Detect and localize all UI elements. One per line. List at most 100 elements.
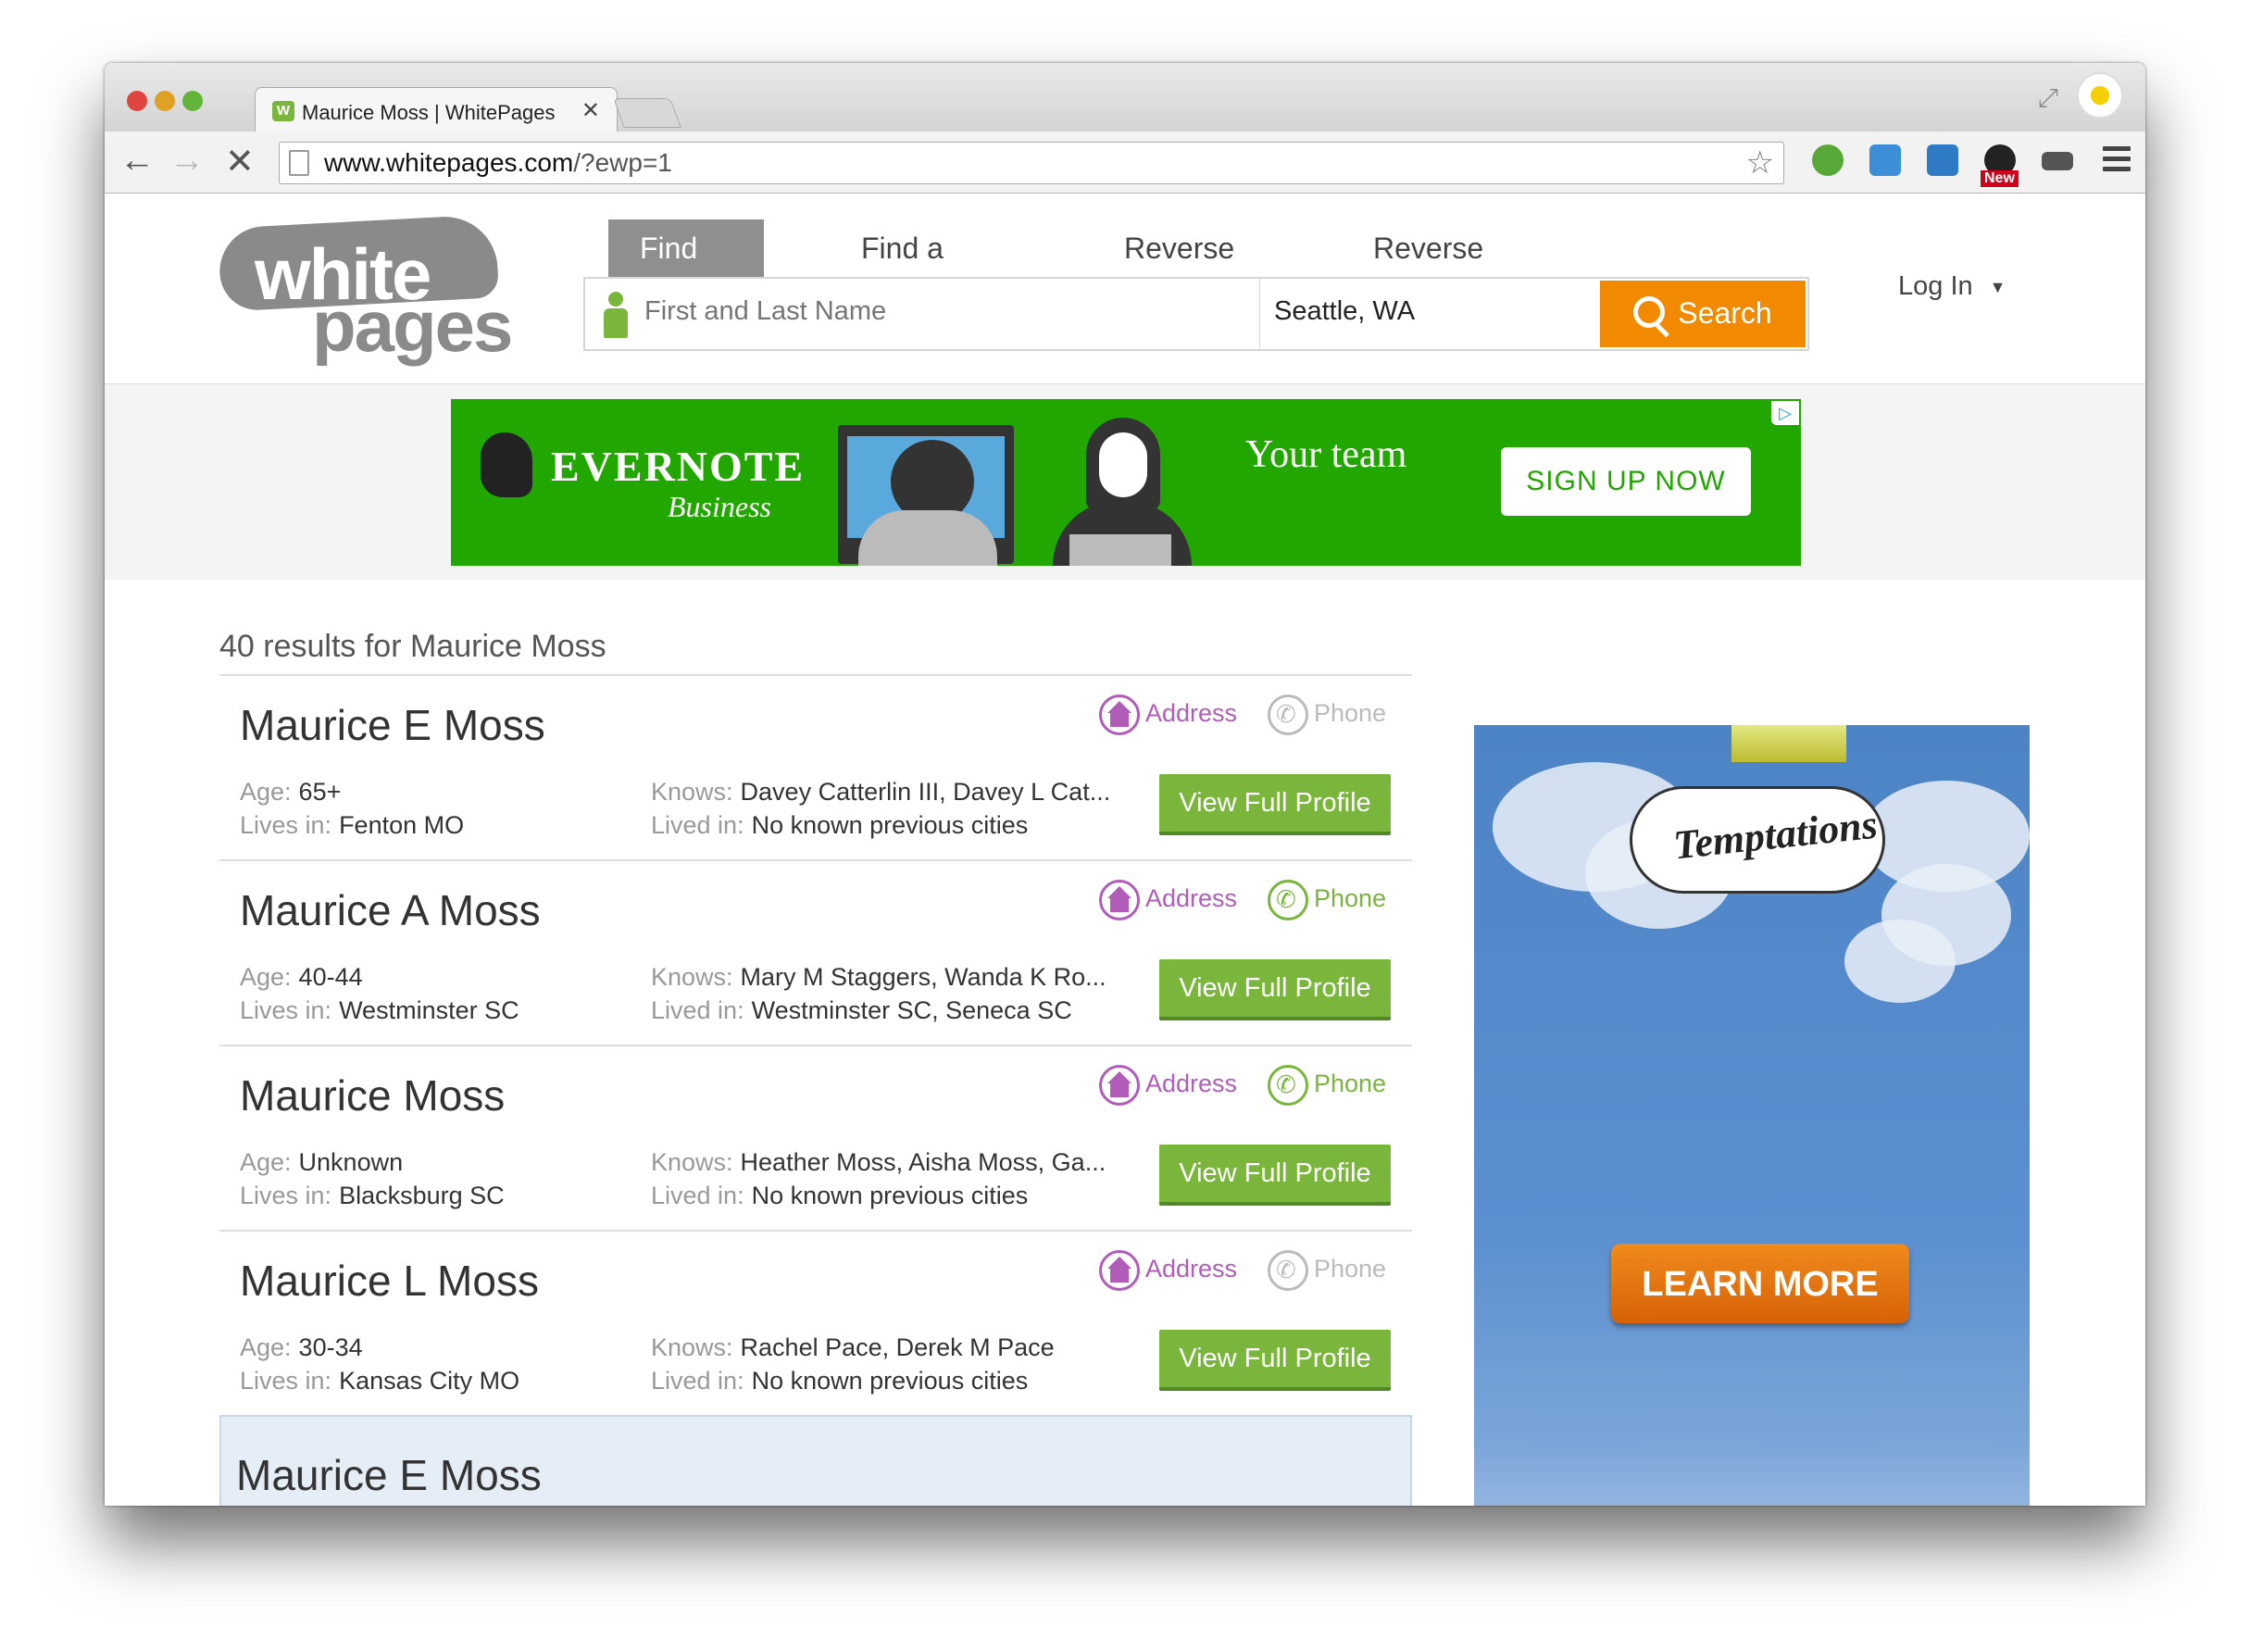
ad-tagline: Your team xyxy=(1245,433,1407,476)
result-card: Maurice L Moss Address Phone Age:30-34 L… xyxy=(219,1230,1412,1415)
result-name[interactable]: Maurice L Moss xyxy=(240,1256,539,1306)
result-card-highlighted[interactable]: Maurice E Moss xyxy=(219,1415,1412,1506)
age-field: Age: Unknown xyxy=(240,1148,404,1176)
webpage: white pages Find People Find a Business … xyxy=(105,194,2145,1506)
age-field: Age: 30-34 xyxy=(240,1333,363,1361)
sign-up-button[interactable]: SIGN UP NOW xyxy=(1501,447,1751,516)
knows-field: Knows: Rachel Pace, Derek M Pace xyxy=(651,1333,1055,1361)
temptations-side-ad[interactable]: Temptations LEARN MORE xyxy=(1474,725,2030,1506)
house-icon xyxy=(1099,695,1140,735)
learn-more-button[interactable]: LEARN MORE xyxy=(1611,1244,1909,1323)
address-bar[interactable]: www.whitepages.com/?ewp=1 ☆ xyxy=(279,142,1784,184)
age-field: Age: 40-44 xyxy=(240,963,363,991)
close-tab-icon[interactable]: ✕ xyxy=(581,97,600,124)
location-input[interactable] xyxy=(1272,295,1581,328)
ad-brand: EVERNOTE xyxy=(551,443,806,490)
result-card: Maurice E Moss Address Phone Age:65+ Liv… xyxy=(219,674,1412,859)
temptations-logo: Temptations xyxy=(1630,786,1885,894)
result-name[interactable]: Maurice Moss xyxy=(240,1070,505,1120)
elephant-logo-icon xyxy=(481,432,532,497)
phone-link[interactable]: Phone xyxy=(1268,880,1386,920)
results-list: Maurice E Moss Address Phone Age:65+ Liv… xyxy=(219,674,1412,1506)
result-card: Maurice Moss Address Phone Age:Unknown L… xyxy=(219,1045,1412,1230)
bookmark-star-icon[interactable]: ☆ xyxy=(1746,144,1774,181)
login-menu[interactable]: Log In ▼ xyxy=(1898,271,2006,302)
phone-icon xyxy=(1268,880,1308,920)
sync-icon[interactable] xyxy=(1812,144,1844,176)
evernote-banner-ad[interactable]: EVERNOTE Business Your team SIGN UP NOW … xyxy=(451,399,1801,566)
address-link[interactable]: Address xyxy=(1099,880,1237,920)
person-icon xyxy=(604,292,628,340)
daisy-profile-icon[interactable] xyxy=(2077,72,2123,119)
address-link[interactable]: Address xyxy=(1099,695,1237,735)
tab-title: Maurice Moss | WhitePages xyxy=(302,101,556,124)
view-full-profile-button[interactable]: View Full Profile xyxy=(1159,774,1391,835)
address-link[interactable]: Address xyxy=(1099,1250,1237,1291)
site-header: white pages Find People Find a Business … xyxy=(105,194,2145,384)
lives-in-field: Lives in: Kansas City MO xyxy=(240,1367,520,1395)
tab-reverse-phone[interactable]: Reverse Phone xyxy=(1124,219,1234,322)
lived-in-field: Lived in: No known previous cities xyxy=(651,811,1029,839)
lived-in-field: Lived in: Westminster SC, Seneca SC xyxy=(651,996,1072,1024)
lives-in-field: Lives in: Blacksburg SC xyxy=(240,1182,505,1209)
house-icon xyxy=(1099,1065,1140,1106)
menu-icon[interactable] xyxy=(2103,146,2131,177)
result-name[interactable]: Maurice E Moss xyxy=(240,700,545,750)
house-icon xyxy=(1099,880,1140,920)
photo-icon[interactable] xyxy=(1927,144,1958,176)
knows-field: Knows: Heather Moss, Aisha Moss, Ga... xyxy=(651,1148,1106,1176)
address-link[interactable]: Address xyxy=(1099,1065,1237,1106)
mask-icon[interactable] xyxy=(2042,152,2073,170)
phone-link: Phone xyxy=(1268,695,1386,735)
new-badge: New xyxy=(1981,170,2019,187)
browser-toolbar: ← → ✕ www.whitepages.com/?ewp=1 ☆ New xyxy=(105,131,2145,194)
back-arrow-icon[interactable]: ← xyxy=(119,141,155,181)
house-icon xyxy=(1099,1250,1140,1291)
phone-link[interactable]: Phone xyxy=(1268,1065,1386,1106)
phone-icon xyxy=(1268,1250,1308,1291)
results-count: 40 results for Maurice Moss xyxy=(219,629,606,664)
zoom-window-button[interactable] xyxy=(182,91,203,111)
result-name[interactable]: Maurice A Moss xyxy=(240,885,541,935)
whitepages-favicon: W xyxy=(272,101,294,121)
view-full-profile-button[interactable]: View Full Profile xyxy=(1159,959,1391,1020)
lived-in-field: Lived in: No known previous cities xyxy=(651,1182,1029,1209)
new-tab-button[interactable] xyxy=(613,98,681,128)
lives-in-field: Lives in: Westminster SC xyxy=(240,996,519,1024)
tab-strip: W Maurice Moss | WhitePages ✕ ⤢ xyxy=(105,63,2145,132)
phone-link: Phone xyxy=(1268,1250,1386,1291)
view-full-profile-button[interactable]: View Full Profile xyxy=(1159,1330,1391,1391)
search-button[interactable]: Search xyxy=(1600,281,1806,347)
knows-field: Knows: Davey Catterlin III, Davey L Cat..… xyxy=(651,778,1111,806)
fullscreen-icon[interactable]: ⤢ xyxy=(2038,83,2058,114)
adchoices-icon[interactable]: ▷ xyxy=(1771,401,1799,425)
tab-find-people[interactable]: Find People xyxy=(608,219,764,322)
search-bar: Search xyxy=(583,277,1809,351)
close-window-button[interactable] xyxy=(127,91,147,111)
search-icon xyxy=(1633,295,1666,328)
page-icon xyxy=(289,150,309,176)
stop-loading-icon[interactable]: ✕ xyxy=(225,141,255,182)
browser-tab[interactable]: W Maurice Moss | WhitePages ✕ xyxy=(255,87,618,132)
lived-in-field: Lived in: No known previous cities xyxy=(651,1367,1029,1395)
name-input[interactable] xyxy=(643,295,1202,328)
puzzle-icon[interactable] xyxy=(1869,144,1901,176)
lives-in-field: Lives in: Fenton MO xyxy=(240,811,465,839)
caret-down-icon: ▼ xyxy=(1989,277,2006,296)
age-field: Age: 65+ xyxy=(240,778,342,806)
result-card: Maurice A Moss Address Phone Age:40-44 L… xyxy=(219,859,1412,1045)
knows-field: Knows: Mary M Staggers, Wanda K Ro... xyxy=(651,963,1106,991)
banner-ad-area: EVERNOTE Business Your team SIGN UP NOW … xyxy=(105,384,2145,580)
browser-window: W Maurice Moss | WhitePages ✕ ⤢ ← → ✕ ww… xyxy=(105,63,2145,1506)
minimize-window-button[interactable] xyxy=(155,91,175,111)
view-full-profile-button[interactable]: View Full Profile xyxy=(1159,1145,1391,1206)
url-text[interactable]: www.whitepages.com/?ewp=1 xyxy=(324,148,672,178)
result-name[interactable]: Maurice E Moss xyxy=(236,1450,542,1500)
forward-arrow-icon[interactable]: → xyxy=(169,141,205,181)
ad-sub: Business xyxy=(668,490,771,523)
tab-reverse-address[interactable]: Reverse Address xyxy=(1373,219,1483,322)
phone-icon xyxy=(1268,695,1308,735)
phone-icon xyxy=(1268,1065,1308,1106)
tab-find-business[interactable]: Find a Business xyxy=(861,219,981,322)
whitepages-logo[interactable]: white pages xyxy=(217,214,525,367)
